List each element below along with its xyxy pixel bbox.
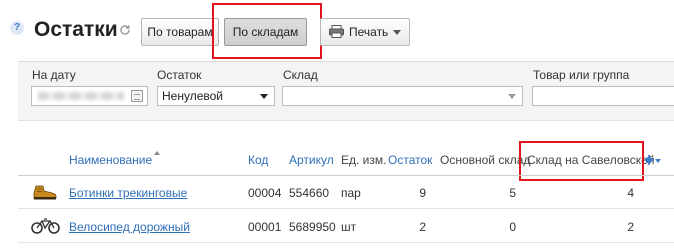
print-label: Печать — [349, 25, 389, 39]
row-savelovskaya: 4 — [627, 186, 634, 200]
column-header-code[interactable]: Код — [248, 153, 268, 167]
warehouse-filter-select[interactable] — [282, 86, 523, 106]
row-article: 5689950 — [289, 220, 336, 234]
row-divider — [18, 208, 674, 209]
chevron-down-icon — [508, 94, 516, 99]
stock-filter-select[interactable]: Ненулевой — [157, 86, 275, 106]
warehouses-button-highlight — [212, 3, 322, 59]
row-code: 00001 — [248, 220, 282, 234]
product-filter-input[interactable] — [532, 86, 674, 106]
stock-filter-value: Ненулевой — [162, 89, 223, 103]
chevron-down-icon — [260, 94, 268, 99]
column-header-stock[interactable]: Остаток — [388, 153, 432, 167]
product-filter-label: Товар или группа — [533, 68, 630, 82]
warehouse-filter-label: Склад — [283, 68, 318, 82]
product-link[interactable]: Велосипед дорожный — [69, 220, 190, 234]
chevron-down-icon — [393, 30, 401, 35]
chevron-down-icon[interactable] — [655, 159, 661, 163]
date-field[interactable] — [31, 86, 148, 106]
column-header-name[interactable]: Наименование — [69, 153, 152, 167]
refresh-icon[interactable] — [119, 24, 131, 36]
boot-icon — [33, 185, 57, 200]
row-article: 554660 — [289, 186, 330, 200]
row-unit: пар — [341, 186, 361, 200]
row-stock: 2 — [419, 220, 426, 234]
help-icon[interactable]: ? — [10, 21, 24, 35]
printer-icon — [329, 25, 344, 38]
column-header-main-warehouse: Основной склад — [440, 153, 531, 167]
row-code: 00004 — [248, 186, 282, 200]
row-main-warehouse: 5 — [509, 186, 516, 200]
date-label: На дату — [32, 68, 76, 82]
column-header-article[interactable]: Артикул — [289, 153, 334, 167]
date-value-blurred — [38, 92, 124, 100]
stock-filter-label: Остаток — [157, 68, 202, 82]
by-products-button[interactable]: По товарам — [141, 18, 219, 46]
row-main-warehouse: 0 — [509, 220, 516, 234]
product-link[interactable]: Ботинки трекинговые — [69, 186, 187, 200]
gear-icon[interactable] — [644, 155, 654, 165]
print-button[interactable]: Печать — [320, 18, 410, 46]
table-header-divider — [18, 175, 674, 176]
column-header-unit: Ед. изм. — [341, 153, 387, 167]
row-stock: 9 — [419, 186, 426, 200]
sort-asc-icon — [154, 151, 160, 155]
row-divider — [18, 242, 674, 243]
row-savelovskaya: 2 — [627, 220, 634, 234]
bicycle-icon — [31, 218, 60, 234]
row-unit: шт — [341, 220, 357, 234]
calendar-icon[interactable] — [131, 90, 143, 102]
page-title: Остатки — [34, 18, 118, 41]
